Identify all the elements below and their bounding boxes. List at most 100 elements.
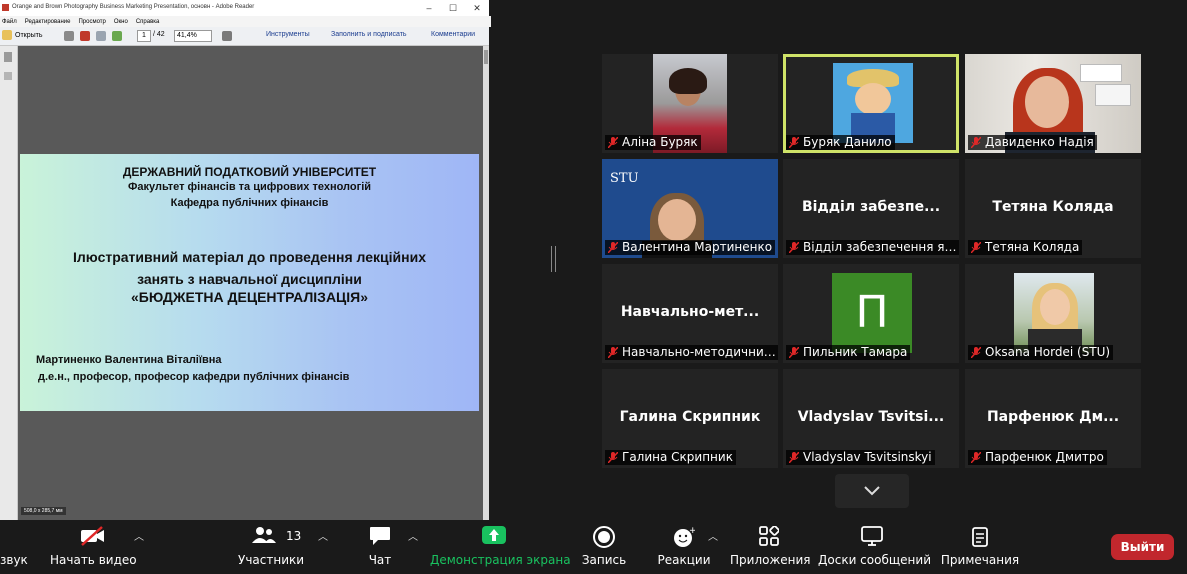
attachment-icon[interactable]: [4, 72, 12, 80]
tools-button[interactable]: Инструменты: [266, 31, 310, 38]
video-options-caret-icon[interactable]: ︿: [134, 528, 144, 543]
comments-button[interactable]: Комментарии: [431, 31, 475, 38]
create-pdf-icon[interactable]: [80, 31, 90, 41]
participant-tile[interactable]: П Пильник Тамара: [783, 264, 959, 363]
menu-help[interactable]: Справка: [136, 19, 160, 25]
next-page-button[interactable]: [835, 474, 909, 508]
minimize-icon[interactable]: –: [417, 0, 441, 16]
reactions-options-caret-icon[interactable]: ︿: [708, 528, 718, 543]
start-video-button[interactable]: Начать видео: [50, 521, 137, 574]
participant-name-label: Валентина Мартиненко: [605, 240, 776, 255]
participant-tile[interactable]: Галина Скрипник Галина Скрипник: [602, 369, 778, 468]
adobe-pdf-icon: [2, 4, 9, 11]
participants-count: 13: [286, 529, 302, 543]
video-label: Начать видео: [50, 553, 137, 567]
participant-name-label: Буряк Данило: [786, 135, 895, 150]
leave-meeting-button[interactable]: Выйти: [1111, 534, 1174, 560]
email-icon[interactable]: [96, 31, 106, 41]
reader-window-title: Orange and Brown Photography Business Ma…: [12, 4, 255, 10]
slide-department: Кафедра публічних фінансів: [170, 197, 329, 209]
audio-button[interactable]: звук: [0, 521, 30, 574]
notes-button[interactable]: Примечания: [940, 521, 1020, 574]
mic-muted-icon: [608, 242, 618, 253]
share-screen-button[interactable]: Демонстрация экрана: [430, 521, 571, 574]
reactions-button[interactable]: + Реакции: [656, 521, 712, 574]
slide-title-line3: «БЮДЖЕТНА ДЕЦЕНТРАЛІЗАЦІЯ»: [130, 289, 369, 305]
menu-view[interactable]: Просмотр: [78, 19, 105, 25]
page-thumbnails-icon[interactable]: [4, 52, 12, 62]
mic-muted-icon: [608, 137, 618, 148]
participants-button[interactable]: 13 Участники: [238, 521, 305, 574]
participant-display-name: Парфенюк Дм...: [986, 409, 1120, 425]
participant-tile[interactable]: Давиденко Надія: [965, 54, 1141, 153]
reader-menu-bar: Файл Редактирование Просмотр Окно Справк…: [0, 16, 491, 27]
vertical-scrollbar[interactable]: [483, 46, 489, 520]
participant-name-label: Парфенюк Дмитро: [968, 450, 1107, 465]
zoom-select[interactable]: 41,4%: [174, 30, 212, 42]
participant-tile[interactable]: Парфенюк Дм... Парфенюк Дмитро: [965, 369, 1141, 468]
chat-button[interactable]: Чат: [362, 521, 398, 574]
mic-muted-icon: [608, 452, 618, 463]
page-size-indicator: 508,0 x 285,7 мм: [21, 507, 66, 515]
menu-edit[interactable]: Редактирование: [25, 19, 71, 25]
chat-icon: [370, 527, 390, 545]
fit-page-icon[interactable]: [222, 31, 232, 41]
scroll-thumb[interactable]: [484, 50, 488, 64]
menu-window[interactable]: Окно: [114, 19, 128, 25]
participant-display-name: Тетяна Коляда: [992, 199, 1114, 215]
slide-university: ДЕРЖАВНИЙ ПОДАТКОВИЙ УНІВЕРСИТЕТ: [122, 165, 377, 179]
participants-options-caret-icon[interactable]: ︿: [318, 528, 328, 543]
print-icon[interactable]: [64, 31, 74, 41]
participants-icon: [252, 527, 276, 543]
participant-name-label: Навчально-методичний...: [605, 345, 778, 360]
participant-display-name: Vladyslav Tsvitsi...: [797, 409, 945, 425]
mic-muted-icon: [971, 347, 981, 358]
maximize-icon[interactable]: ☐: [441, 0, 465, 16]
apps-label: Приложения: [730, 553, 811, 567]
slide-title-line2: занять з навчальної дисципліни: [137, 271, 362, 287]
record-label: Запись: [581, 553, 627, 567]
reactions-label: Реакции: [657, 553, 711, 567]
participant-tile-active-speaker[interactable]: Буряк Данило: [783, 54, 959, 153]
participant-display-name: Навчально-мет...: [620, 304, 760, 320]
mic-muted-icon: [971, 137, 981, 148]
notes-label: Примечания: [940, 553, 1020, 567]
pdf-reader-window: Orange and Brown Photography Business Ma…: [0, 0, 491, 520]
participant-tile[interactable]: Vladyslav Tsvitsi... Vladyslav Tsvitsins…: [783, 369, 959, 468]
mic-muted-icon: [608, 347, 618, 358]
whiteboards-button[interactable]: Доски сообщений: [818, 521, 931, 574]
participant-name-label: Галина Скрипник: [605, 450, 736, 465]
slide-author: Мартиненко Валентина Віталіївна: [36, 354, 222, 366]
mic-muted-icon: [971, 242, 981, 253]
split-view-handle[interactable]: [551, 246, 556, 272]
participant-name-label: Давиденко Надія: [968, 135, 1097, 150]
page-number-input[interactable]: 1: [137, 30, 151, 42]
participant-tile[interactable]: Навчально-мет... Навчально-методичний...: [602, 264, 778, 363]
slide-author-role: д.е.н., професор, професор кафедри публі…: [38, 371, 350, 383]
apps-button[interactable]: Приложения: [730, 521, 811, 574]
participant-tile[interactable]: Тетяна Коляда Тетяна Коляда: [965, 159, 1141, 258]
fill-sign-button[interactable]: Заполнить и подписать: [331, 31, 407, 38]
participant-tile[interactable]: Відділ забезпе... Відділ забезпечення як…: [783, 159, 959, 258]
participants-label: Участники: [238, 553, 305, 567]
participant-tile[interactable]: Oksana Hordei (STU): [965, 264, 1141, 363]
folder-icon: [2, 30, 12, 40]
page-total: / 42: [153, 31, 165, 38]
participant-tile[interactable]: Аліна Буряк: [602, 54, 778, 153]
chat-options-caret-icon[interactable]: ︿: [408, 528, 418, 543]
notes-icon: [972, 527, 988, 547]
pdf-slide-page: ДЕРЖАВНИЙ ПОДАТКОВИЙ УНІВЕРСИТЕТ Факульт…: [20, 154, 479, 411]
menu-file[interactable]: Файл: [2, 19, 17, 25]
meeting-controls-bar: звук Начать видео ︿ 13 Участники ︿ Чат ︿…: [0, 521, 1187, 574]
participant-name-label: Відділ забезпечення як...: [786, 240, 959, 255]
participant-tile[interactable]: STU Валентина Мартиненко: [602, 159, 778, 258]
participant-display-name: Відділ забезпе...: [801, 199, 941, 215]
avatar-letter: П: [855, 287, 889, 338]
close-icon[interactable]: ✕: [465, 0, 489, 16]
chat-label: Чат: [368, 553, 392, 567]
record-button[interactable]: Запись: [578, 521, 630, 574]
mic-muted-icon: [789, 242, 799, 253]
cloud-icon[interactable]: [112, 31, 122, 41]
reader-title-bar: Orange and Brown Photography Business Ma…: [0, 0, 489, 16]
open-button[interactable]: Открыть: [2, 30, 43, 40]
